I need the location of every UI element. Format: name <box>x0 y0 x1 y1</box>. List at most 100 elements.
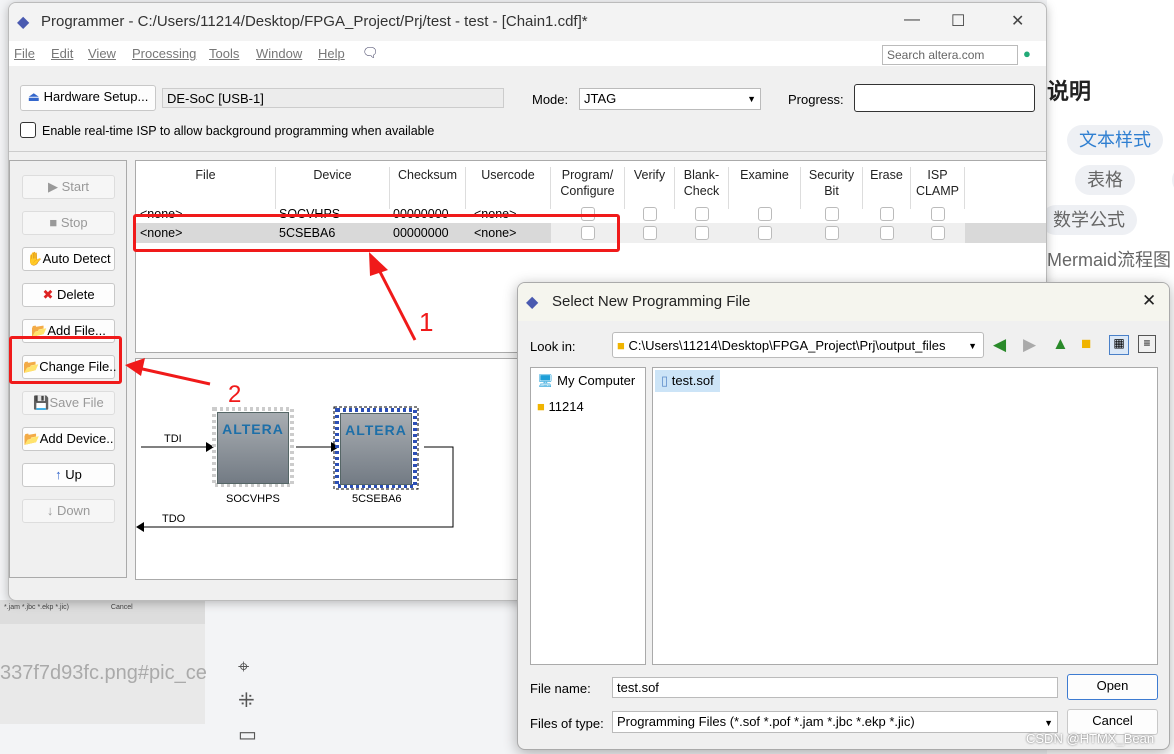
hardware-field: DE-SoC [USB-1] <box>162 88 504 108</box>
col-checksum[interactable]: Checksum <box>390 167 466 209</box>
option-checkbox[interactable] <box>643 226 657 240</box>
menu-help[interactable]: Help <box>318 46 345 61</box>
look-in-select[interactable]: ■ C:\Users\11214\Desktop\FPGA_Project\Pr… <box>612 332 984 358</box>
start-button[interactable]: ▶ Start <box>22 175 115 199</box>
up-button[interactable]: ↑ Up <box>22 463 115 487</box>
highlight-change-file <box>9 336 122 384</box>
isp-checkbox[interactable] <box>20 122 36 138</box>
option-checkbox[interactable] <box>825 207 839 221</box>
file-item[interactable]: ▯ test.sof <box>655 370 720 392</box>
col-isp-clamp[interactable]: ISP CLAMP <box>911 167 965 209</box>
tag[interactable]: 数学公式 <box>1041 205 1137 235</box>
col-blank-check[interactable]: Blank- Check <box>675 167 729 209</box>
isp-label: Enable real-time ISP to allow background… <box>42 124 435 138</box>
globe-icon[interactable]: ● <box>1023 46 1031 61</box>
fit-icon[interactable]: ⁜ <box>238 684 257 718</box>
close-icon[interactable]: ✕ <box>1142 291 1156 311</box>
progress-bar <box>854 84 1035 112</box>
list-view-icon[interactable]: ▦ <box>1109 335 1129 355</box>
feedback-icon[interactable]: 🗨 <box>362 45 379 61</box>
dialog-title: Select New Programming File <box>552 293 751 310</box>
annotation-2: 2 <box>228 381 242 408</box>
option-checkbox[interactable] <box>643 207 657 221</box>
device-chip-5cseba6[interactable]: ALTERA <box>340 413 412 485</box>
forward-icon[interactable]: ▶ <box>1023 335 1036 355</box>
col-file[interactable]: File <box>136 167 276 209</box>
dialog-title-bar: ◆ Select New Programming File ✕ <box>518 283 1169 321</box>
tag[interactable]: 表格 <box>1075 165 1135 195</box>
highlight-row <box>133 214 620 252</box>
quartus-icon: ◆ <box>526 294 539 311</box>
search-input[interactable]: Search altera.com <box>882 45 1018 65</box>
file-name-label: File name: <box>530 681 591 696</box>
tdo-label: TDO <box>162 513 186 525</box>
menu-window[interactable]: Window <box>256 46 302 61</box>
back-icon[interactable]: ◀ <box>993 335 1006 355</box>
monitor-icon[interactable]: ▭ <box>238 718 257 752</box>
file-icon: ▯ <box>661 373 669 388</box>
background-panel: 337f7d93fc.png#pic_ce <box>0 624 207 724</box>
folder-icon: ■ <box>617 338 625 353</box>
save-file-button[interactable]: 💾Save File <box>22 391 115 415</box>
col-erase[interactable]: Erase <box>863 167 911 209</box>
option-checkbox[interactable] <box>758 226 772 240</box>
file-name-input[interactable]: test.sof <box>612 677 1058 698</box>
device-label: SOCVHPS <box>226 493 280 505</box>
file-list: ▯ test.sof <box>652 367 1158 665</box>
tag[interactable]: 文本样式 <box>1067 125 1163 155</box>
menu-bar: File Edit View Processing Tools Window H… <box>9 41 1046 66</box>
crosshair-icon[interactable]: ⌖ <box>238 650 257 684</box>
title-bar: ◆ Programmer - C:/Users/11214/Desktop/FP… <box>9 3 1046 41</box>
col-security[interactable]: Security Bit <box>801 167 863 209</box>
mode-label: Mode: <box>532 92 569 107</box>
col-verify[interactable]: Verify <box>625 167 675 209</box>
up-folder-icon[interactable]: ▲ <box>1052 334 1069 354</box>
option-checkbox[interactable] <box>880 207 894 221</box>
menu-tools[interactable]: Tools <box>209 46 239 61</box>
place-11214[interactable]: ■ 11214 <box>537 399 584 414</box>
side-tools: ⌖ ⁜ ▭ <box>238 650 257 752</box>
watermark: CSDN @HTMX_Bean <box>1026 731 1155 746</box>
file-type-select[interactable]: Programming Files (*.sof *.pof *.jam *.j… <box>612 711 1058 733</box>
option-checkbox[interactable] <box>695 226 709 240</box>
stop-button[interactable]: ■ Stop <box>22 211 115 235</box>
option-checkbox[interactable] <box>880 226 894 240</box>
auto-detect-button[interactable]: ✋Auto Detect <box>22 247 115 271</box>
device-chip-socvhps[interactable]: ALTERA <box>217 412 289 484</box>
tdi-label: TDI <box>164 433 182 445</box>
menu-processing[interactable]: Processing <box>132 46 196 61</box>
new-folder-icon[interactable]: ■ <box>1081 334 1091 354</box>
col-program[interactable]: Program/ Configure <box>551 167 625 209</box>
down-button[interactable]: ↓ Down <box>22 499 115 523</box>
option-checkbox[interactable] <box>758 207 772 221</box>
file-type-label: Files of type: <box>530 716 604 731</box>
detail-view-icon[interactable]: ≡ <box>1138 335 1156 353</box>
place-my-computer[interactable]: 🖥 My Computer <box>537 373 635 389</box>
window-title: Programmer - C:/Users/11214/Desktop/FPGA… <box>41 13 588 30</box>
option-checkbox[interactable] <box>931 207 945 221</box>
mode-select[interactable]: JTAG ▼ <box>579 88 761 110</box>
annotation-1: 1 <box>419 307 434 337</box>
look-in-label: Look in: <box>530 339 576 354</box>
section-title: 说明 <box>1047 79 1092 104</box>
option-checkbox[interactable] <box>931 226 945 240</box>
tag[interactable]: Mermaid流程图 <box>1035 245 1174 275</box>
hardware-setup-button[interactable]: ⏏ Hardware Setup... <box>20 85 156 111</box>
close-button[interactable]: ✕ <box>1011 11 1024 31</box>
col-examine[interactable]: Examine <box>729 167 801 209</box>
col-usercode[interactable]: Usercode <box>466 167 551 209</box>
option-checkbox[interactable] <box>825 226 839 240</box>
progress-label: Progress: <box>788 92 844 107</box>
hardware-icon: ⏏ <box>27 89 40 104</box>
open-button[interactable]: Open <box>1067 674 1158 700</box>
maximize-button[interactable]: ☐ <box>951 11 965 31</box>
menu-view[interactable]: View <box>88 46 116 61</box>
delete-button[interactable]: ✖ Delete <box>22 283 115 307</box>
menu-file[interactable]: File <box>14 46 35 61</box>
delete-icon: ✖ <box>42 287 54 302</box>
option-checkbox[interactable] <box>695 207 709 221</box>
minimize-button[interactable]: — <box>904 11 920 29</box>
menu-edit[interactable]: Edit <box>51 46 73 61</box>
add-device-button[interactable]: 📂Add Device.. <box>22 427 115 451</box>
col-device[interactable]: Device <box>276 167 390 209</box>
